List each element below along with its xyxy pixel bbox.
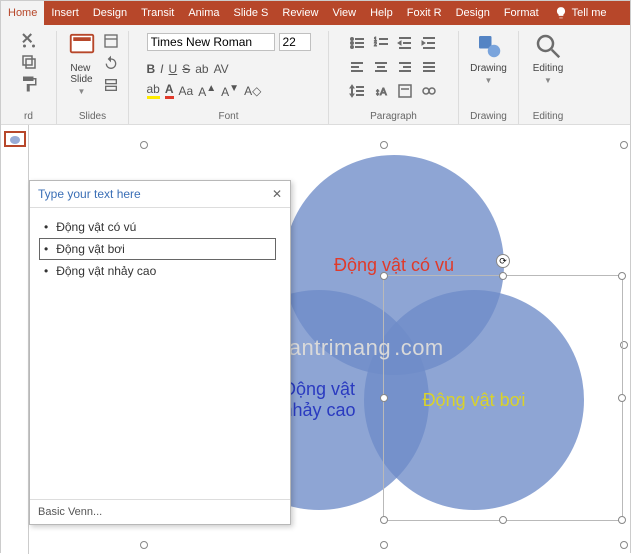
- ribbon-tabs: Home Insert Design Transit Anima Slide S…: [1, 1, 630, 25]
- tab-review[interactable]: Review: [275, 1, 325, 25]
- chevron-down-icon: ▼: [485, 76, 493, 85]
- section-icon[interactable]: [103, 77, 119, 93]
- smartart-button[interactable]: [419, 81, 439, 101]
- tab-format[interactable]: Format: [497, 1, 546, 25]
- line-spacing-button[interactable]: [347, 81, 367, 101]
- cut-icon[interactable]: [20, 31, 38, 49]
- search-icon: [533, 31, 563, 61]
- tell-me-label: Tell me: [572, 7, 607, 19]
- text-direction-button[interactable]: ↕A: [371, 81, 391, 101]
- decrease-indent-button[interactable]: [395, 33, 415, 53]
- tab-insert[interactable]: Insert: [44, 1, 86, 25]
- group-editing-label: Editing: [533, 109, 564, 124]
- tab-design2[interactable]: Design: [449, 1, 497, 25]
- venn-label-2: Động vật nhảy cao: [282, 379, 355, 421]
- text-pane-title: Type your text here: [38, 187, 141, 201]
- editing-button[interactable]: Editing ▼: [533, 31, 564, 85]
- tab-home[interactable]: Home: [1, 1, 44, 25]
- tab-foxit[interactable]: Foxit R: [400, 1, 449, 25]
- italic-button[interactable]: I: [160, 62, 163, 76]
- drawing-label: Drawing: [470, 63, 507, 74]
- font-color-button[interactable]: A: [165, 82, 174, 99]
- slide-thumb-1[interactable]: [4, 131, 26, 147]
- new-slide-label: New Slide: [70, 63, 92, 85]
- drawing-button[interactable]: Drawing ▼: [470, 31, 507, 85]
- chevron-down-icon: ▼: [544, 76, 552, 85]
- list-item[interactable]: Động vật bơi: [39, 238, 276, 260]
- tab-transitions[interactable]: Transit: [134, 1, 181, 25]
- strike-button[interactable]: S: [182, 62, 190, 76]
- font-name-input[interactable]: [147, 33, 275, 51]
- list-item-text: Động vật bơi: [56, 242, 125, 256]
- change-case-button[interactable]: Aa: [179, 84, 194, 98]
- shadow-button[interactable]: ab: [195, 62, 208, 76]
- close-icon[interactable]: ✕: [272, 187, 282, 201]
- work-area: Động vật có vú Động vật nhảy cao Động vậ…: [1, 125, 630, 554]
- grow-font-button[interactable]: A▲: [198, 83, 216, 99]
- list-item[interactable]: Động vật nhảy cao: [44, 260, 276, 282]
- justify-button[interactable]: [419, 57, 439, 77]
- text-pane-body[interactable]: Động vật có vú Động vật bơi Động vật nhả…: [30, 208, 290, 499]
- group-font-label: Font: [218, 109, 238, 124]
- format-painter-icon[interactable]: [20, 75, 38, 93]
- group-drawing-label: Drawing: [470, 109, 507, 124]
- font-size-input[interactable]: [279, 33, 311, 51]
- svg-text:↕A: ↕A: [375, 87, 387, 98]
- tab-view[interactable]: View: [325, 1, 363, 25]
- drawing-icon: [474, 31, 504, 61]
- group-paragraph-label: Paragraph: [370, 109, 417, 124]
- editing-label: Editing: [533, 63, 564, 74]
- reset-icon[interactable]: [103, 55, 119, 71]
- tab-design[interactable]: Design: [86, 1, 134, 25]
- align-left-button[interactable]: [347, 57, 367, 77]
- text-selection[interactable]: ⟳: [383, 275, 623, 521]
- char-spacing-button[interactable]: AV: [214, 62, 229, 76]
- underline-button[interactable]: U: [169, 62, 178, 76]
- layout-icon[interactable]: [103, 33, 119, 49]
- slide-thumbnails: [1, 125, 29, 554]
- tell-me[interactable]: Tell me: [546, 1, 615, 25]
- bullets-button[interactable]: [347, 33, 367, 53]
- text-pane-footer: Basic Venn...: [30, 499, 290, 524]
- tab-help[interactable]: Help: [363, 1, 400, 25]
- ribbon: rd New Slide ▼ Slides B I: [1, 25, 630, 125]
- chevron-down-icon: ▼: [78, 87, 86, 96]
- copy-icon[interactable]: [20, 53, 38, 71]
- align-right-button[interactable]: [395, 57, 415, 77]
- new-slide-button[interactable]: New Slide ▼: [67, 31, 97, 96]
- bold-button[interactable]: B: [147, 62, 156, 76]
- group-clipboard-label: rd: [24, 109, 33, 124]
- align-text-button[interactable]: [395, 81, 415, 101]
- bulb-icon: [554, 6, 568, 20]
- clear-format-button[interactable]: A◇: [244, 84, 261, 98]
- shrink-font-button[interactable]: A▼: [221, 83, 239, 99]
- list-item-text: Động vật có vú: [56, 220, 136, 234]
- slide-canvas[interactable]: Động vật có vú Động vật nhảy cao Động vậ…: [29, 125, 630, 554]
- highlight-button[interactable]: ab: [147, 82, 160, 99]
- numbering-button[interactable]: 12: [371, 33, 391, 53]
- new-slide-icon: [67, 31, 97, 61]
- list-item[interactable]: Động vật có vú: [44, 216, 276, 238]
- list-item-text: Động vật nhảy cao: [56, 264, 156, 278]
- svg-text:2: 2: [374, 42, 377, 48]
- tab-animations[interactable]: Anima: [181, 1, 226, 25]
- tab-slideshow[interactable]: Slide S: [227, 1, 276, 25]
- group-slides-label: Slides: [79, 109, 106, 124]
- increase-indent-button[interactable]: [419, 33, 439, 53]
- smartart-text-pane[interactable]: Type your text here ✕ Động vật có vú Độn…: [29, 180, 291, 525]
- venn-label-1: Động vật có vú: [334, 255, 454, 276]
- align-center-button[interactable]: [371, 57, 391, 77]
- rotate-handle-icon[interactable]: ⟳: [496, 254, 510, 268]
